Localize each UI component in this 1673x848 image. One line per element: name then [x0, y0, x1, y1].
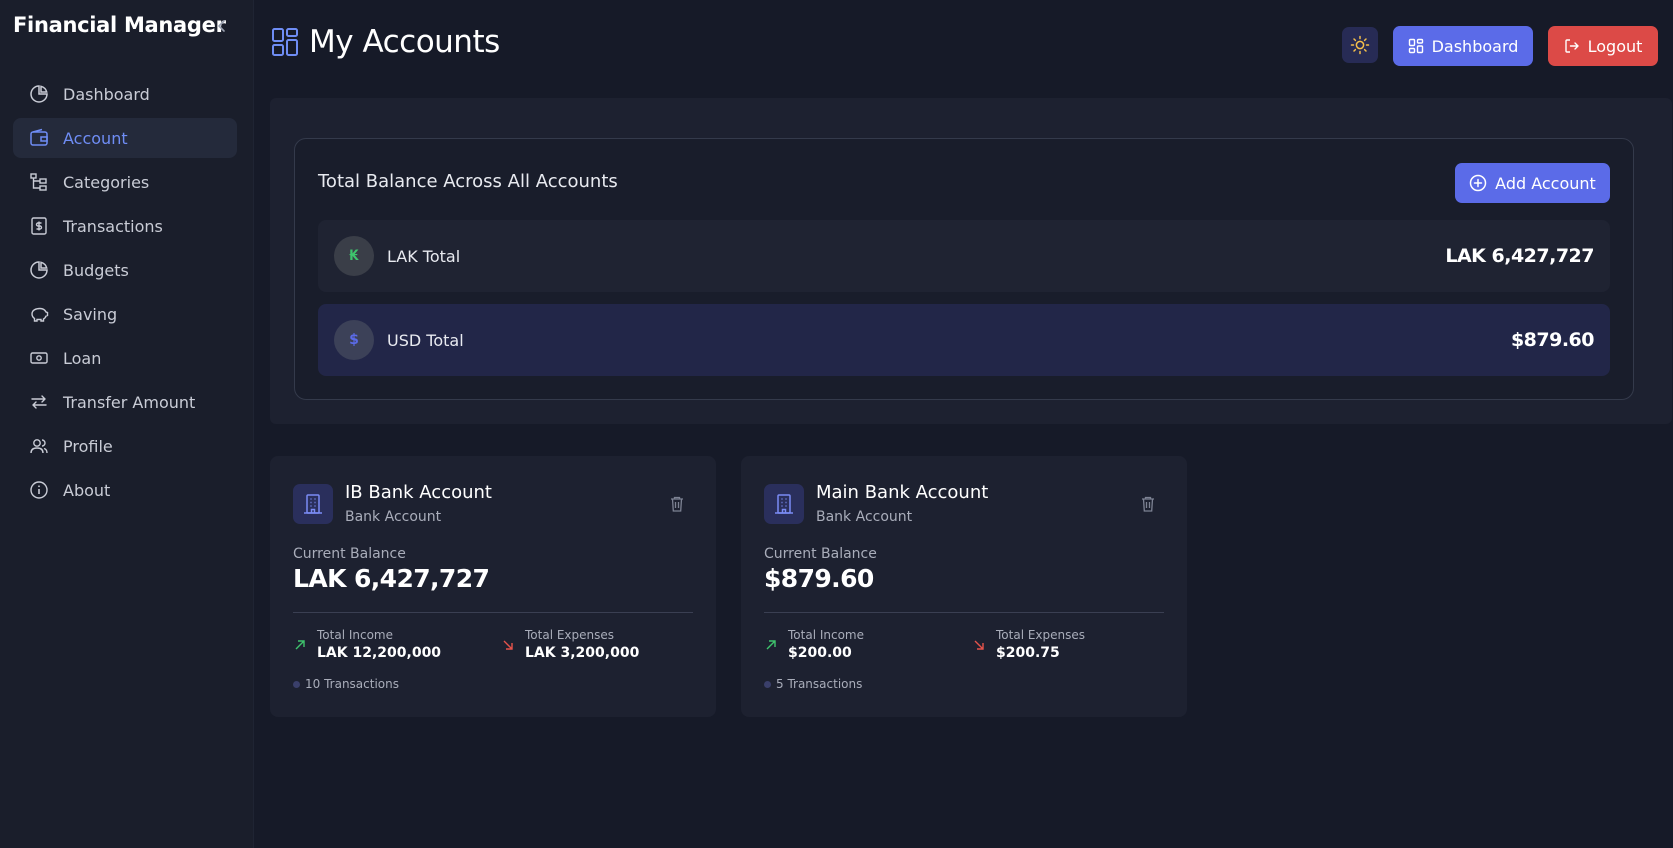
- account-name: IB Bank Account: [345, 482, 492, 503]
- page-title: My Accounts: [309, 24, 500, 60]
- chevron-left-icon: [218, 20, 225, 32]
- sidebar-item-label: Budgets: [63, 260, 129, 280]
- dollar-currency-icon: $: [334, 320, 374, 360]
- transaction-count-label: 5 Transactions: [776, 677, 863, 691]
- sidebar-item-label: Dashboard: [63, 84, 150, 104]
- sidebar-item-transactions[interactable]: Transactions: [13, 206, 237, 246]
- total-amount: $879.60: [1510, 329, 1595, 351]
- sidebar-item-label: Loan: [63, 348, 102, 368]
- total-balance-title: Total Balance Across All Accounts: [318, 171, 618, 192]
- logout-button[interactable]: Logout: [1548, 26, 1658, 66]
- plus-circle-icon: [1469, 174, 1487, 192]
- divider: [293, 612, 693, 613]
- sidebar-item-dashboard[interactable]: Dashboard: [13, 74, 237, 114]
- account-card[interactable]: Main Bank Account Bank Account Current B…: [741, 456, 1187, 717]
- sidebar-item-about[interactable]: About: [13, 470, 237, 510]
- sidebar-item-profile[interactable]: Profile: [13, 426, 237, 466]
- total-label: USD Total: [387, 330, 464, 350]
- sidebar-item-label: Saving: [63, 304, 118, 324]
- trash-icon: [671, 496, 683, 512]
- theme-toggle-button[interactable]: [1342, 27, 1378, 63]
- bank-building-icon: [764, 484, 804, 524]
- sidebar-item-categories[interactable]: Categories: [13, 162, 237, 202]
- total-amount: LAK 6,427,727: [1445, 245, 1594, 267]
- expenses-label: Total Expenses: [525, 628, 615, 642]
- trash-icon: [1142, 496, 1154, 512]
- sidebar-item-label: Categories: [63, 172, 150, 192]
- delete-account-button[interactable]: [1140, 495, 1156, 513]
- delete-account-button[interactable]: [669, 495, 685, 513]
- income-label: Total Income: [317, 628, 393, 642]
- status-dot: [293, 680, 300, 688]
- account-card[interactable]: IB Bank Account Bank Account Current Bal…: [270, 456, 716, 717]
- current-balance-value: LAK 6,427,727: [293, 564, 490, 593]
- sun-icon: [1350, 35, 1370, 55]
- pie-chart-icon: [29, 84, 49, 104]
- income-value: $200.00: [788, 645, 852, 661]
- main-content: My Accounts Dashboard Logout Total Balan…: [254, 0, 1673, 848]
- banknote-icon: [29, 348, 49, 368]
- sidebar-item-saving[interactable]: Saving: [13, 294, 237, 334]
- account-type: Bank Account: [816, 509, 913, 525]
- status-dot: [764, 680, 771, 688]
- arrow-up-right-icon: [764, 638, 778, 652]
- account-type: Bank Account: [345, 509, 442, 525]
- transaction-count: 5 Transactions: [764, 677, 862, 691]
- app-title: Financial Manager: [13, 13, 226, 37]
- current-balance-value: $879.60: [764, 564, 874, 593]
- sidebar: Financial Manager Dashboard Account Cate…: [0, 0, 254, 848]
- account-name: Main Bank Account: [816, 482, 989, 503]
- kip-currency-icon: ₭: [334, 236, 374, 276]
- lak-total-row: ₭ LAK Total LAK 6,427,727: [318, 220, 1610, 292]
- sidebar-item-loan[interactable]: Loan: [13, 338, 237, 378]
- arrow-down-right-icon: [972, 638, 986, 652]
- arrow-up-right-icon: [293, 638, 307, 652]
- receipt-dollar-icon: [29, 216, 49, 236]
- sidebar-item-account[interactable]: Account: [13, 118, 237, 158]
- balance-summary-panel: Total Balance Across All Accounts Add Ac…: [270, 98, 1672, 424]
- dashboard-button[interactable]: Dashboard: [1393, 26, 1533, 66]
- dashboard-button-label: Dashboard: [1431, 36, 1519, 56]
- sidebar-nav: Dashboard Account Categories Transaction…: [13, 74, 237, 514]
- wallet-icon: [29, 128, 49, 148]
- expenses-value: LAK 3,200,000: [525, 645, 640, 661]
- income-label: Total Income: [788, 628, 864, 642]
- grid-layout-icon: [272, 28, 298, 56]
- category-tree-icon: [29, 172, 49, 192]
- collapse-sidebar-button[interactable]: [214, 16, 230, 36]
- sidebar-item-label: Transfer Amount: [63, 392, 196, 412]
- sidebar-item-transfer-amount[interactable]: Transfer Amount: [13, 382, 237, 422]
- add-account-button[interactable]: Add Account: [1455, 163, 1610, 203]
- bank-building-icon: [293, 484, 333, 524]
- income-value: LAK 12,200,000: [317, 645, 442, 661]
- sidebar-item-budgets[interactable]: Budgets: [13, 250, 237, 290]
- arrow-down-right-icon: [501, 638, 515, 652]
- grid-layout-icon: [1408, 38, 1424, 54]
- logout-icon: [1564, 38, 1580, 54]
- info-icon: [29, 480, 49, 500]
- current-balance-label: Current Balance: [764, 546, 877, 562]
- total-label: LAK Total: [387, 246, 461, 266]
- expenses-value: $200.75: [996, 645, 1060, 661]
- transaction-count-label: 10 Transactions: [305, 677, 399, 691]
- add-account-label: Add Account: [1495, 173, 1596, 193]
- sidebar-item-label: Account: [63, 128, 128, 148]
- users-icon: [29, 436, 49, 456]
- expenses-label: Total Expenses: [996, 628, 1086, 642]
- page-header: My Accounts: [271, 24, 500, 60]
- sidebar-item-label: About: [63, 480, 111, 500]
- transaction-count: 10 Transactions: [293, 677, 399, 691]
- pie-chart-icon: [29, 260, 49, 280]
- divider: [764, 612, 1164, 613]
- total-balance-card: Total Balance Across All Accounts Add Ac…: [294, 138, 1634, 400]
- sidebar-item-label: Transactions: [63, 216, 163, 236]
- sidebar-item-label: Profile: [63, 436, 113, 456]
- current-balance-label: Current Balance: [293, 546, 406, 562]
- logout-button-label: Logout: [1587, 36, 1643, 56]
- piggy-bank-icon: [29, 304, 49, 324]
- transfer-arrows-icon: [29, 392, 49, 412]
- usd-total-row: $ USD Total $879.60: [318, 304, 1610, 376]
